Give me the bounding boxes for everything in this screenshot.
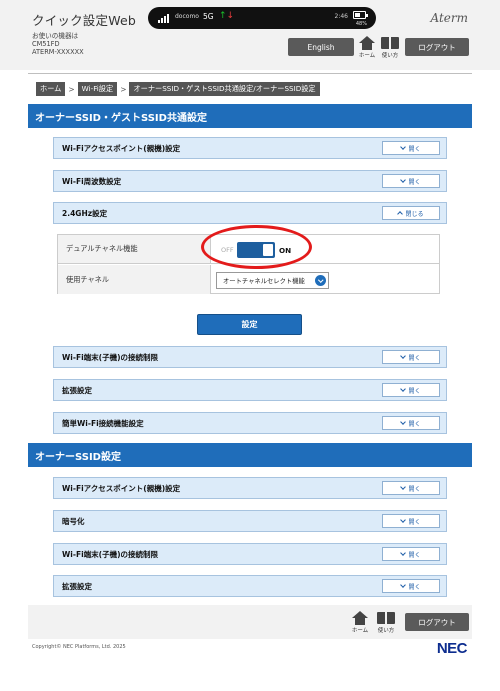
footer-manual-button[interactable]: 使い方	[376, 611, 396, 634]
battery-percent: 48%	[355, 21, 367, 27]
dual-channel-label: デュアルチャネル機能	[58, 235, 211, 263]
set-button[interactable]: 設定	[197, 314, 302, 335]
open-button[interactable]: 開く	[382, 383, 440, 397]
open-button[interactable]: 開く	[382, 416, 440, 430]
book-icon	[381, 36, 399, 50]
device-label: お使いの機器は	[32, 32, 79, 40]
accordion-title: Wi-Fiアクセスポイント(親機)設定	[62, 143, 181, 153]
home-button[interactable]: ホーム	[357, 36, 377, 59]
data-transfer-icon: ↑↓	[219, 11, 235, 21]
breadcrumb-separator: >	[68, 84, 75, 94]
open-label: 開く	[408, 145, 421, 153]
accordion-title: 2.4GHz設定	[62, 208, 108, 218]
breadcrumb: ホーム > Wi-Fi設定 > オーナーSSID・ゲストSSID共通設定/オーナ…	[36, 82, 320, 96]
header-divider	[28, 73, 472, 74]
home-icon	[352, 611, 368, 625]
open-button[interactable]: 開く	[382, 481, 440, 495]
manual-label: 使い方	[377, 628, 395, 634]
chevron-up-icon	[397, 211, 404, 217]
chevron-down-icon	[315, 275, 326, 286]
open-label: 開く	[408, 551, 421, 559]
accordion-title: 拡張設定	[62, 581, 92, 591]
accordion-client-connection-limit[interactable]: Wi-Fi端末(子機)の接続制限 開く	[53, 346, 447, 368]
manual-button[interactable]: 使い方	[380, 36, 400, 59]
copyright: Copyright© NEC Platforms, Ltd. 2025	[32, 644, 126, 650]
chevron-down-icon	[400, 484, 407, 490]
device-status-bar: docomo 5G ↑↓ 2:46 48%	[148, 7, 376, 29]
channel-select-value: オートチャネルセレクト機能	[223, 278, 305, 285]
logout-button[interactable]: ログアウト	[405, 38, 469, 56]
chevron-down-icon	[400, 517, 407, 523]
accordion-title: Wi-Fi周波数設定	[62, 176, 122, 186]
accordion-wifi-ap-settings[interactable]: Wi-Fiアクセスポイント(親機)設定 開く	[53, 137, 447, 159]
chevron-down-icon	[400, 353, 407, 359]
open-button[interactable]: 開く	[382, 579, 440, 593]
open-label: 開く	[408, 583, 421, 591]
carrier-name: docomo	[175, 13, 199, 20]
open-label: 開く	[408, 485, 421, 493]
open-label: 開く	[408, 387, 421, 395]
section-common-header: オーナーSSID・ゲストSSID共通設定	[28, 104, 472, 128]
channel-label: 使用チャネル	[58, 265, 211, 294]
breadcrumb-home[interactable]: ホーム	[36, 82, 66, 96]
home-icon	[359, 36, 375, 50]
manual-label: 使い方	[381, 53, 399, 59]
breadcrumb-current: オーナーSSID・ゲストSSID共通設定/オーナーSSID設定	[129, 82, 320, 96]
accordion-owner-wifi-ap-settings[interactable]: Wi-Fiアクセスポイント(親機)設定 開く	[53, 477, 447, 499]
accordion-title: 暗号化	[62, 516, 85, 526]
accordion-title: Wi-Fi端末(子機)の接続制限	[62, 549, 159, 559]
open-label: 開く	[408, 178, 421, 186]
device-model: CM51FD	[32, 40, 60, 49]
open-button[interactable]: 開く	[382, 141, 440, 155]
open-label: 開く	[408, 420, 421, 428]
breadcrumb-separator: >	[120, 84, 127, 94]
chevron-down-icon	[400, 177, 407, 183]
open-button[interactable]: 開く	[382, 547, 440, 561]
signal-icon	[158, 14, 172, 23]
network-type: 5G	[203, 12, 214, 21]
open-button[interactable]: 開く	[382, 350, 440, 364]
battery-icon	[353, 11, 368, 19]
device-info: お使いの機器は CM51FD ATERM-XXXXXX	[32, 32, 84, 57]
accordion-2-4ghz[interactable]: 2.4GHz設定 閉じる	[53, 202, 447, 224]
chevron-down-icon	[400, 582, 407, 588]
home-label: ホーム	[358, 53, 376, 59]
nec-logo: NEC	[436, 640, 468, 657]
brand-logo: Aterm	[430, 11, 469, 25]
page-header: クイック設定Web お使いの機器は CM51FD ATERM-XXXXXX do…	[0, 0, 500, 70]
accordion-easy-wifi-connect[interactable]: 簡単Wi-Fi接続機能設定 開く	[53, 412, 447, 434]
open-button[interactable]: 開く	[382, 174, 440, 188]
chevron-down-icon	[400, 386, 407, 392]
accordion-title: Wi-Fiアクセスポイント(親機)設定	[62, 483, 181, 493]
accordion-encryption[interactable]: 暗号化 開く	[53, 510, 447, 532]
chevron-down-icon	[400, 419, 407, 425]
chevron-down-icon	[400, 550, 407, 556]
accordion-wifi-frequency[interactable]: Wi-Fi周波数設定 開く	[53, 170, 447, 192]
close-label: 閉じる	[405, 210, 424, 218]
channel-select[interactable]: オートチャネルセレクト機能	[216, 272, 329, 289]
footer-home-button[interactable]: ホーム	[350, 611, 370, 634]
accordion-title: 拡張設定	[62, 385, 92, 395]
breadcrumb-wifi-settings[interactable]: Wi-Fi設定	[77, 82, 118, 96]
accordion-owner-client-connection-limit[interactable]: Wi-Fi端末(子機)の接続制限 開く	[53, 543, 447, 565]
accordion-title: Wi-Fi端末(子機)の接続制限	[62, 352, 159, 362]
accordion-advanced-settings[interactable]: 拡張設定 開く	[53, 379, 447, 401]
device-id: ATERM-XXXXXX	[32, 48, 84, 57]
highlight-circle	[201, 225, 312, 269]
accordion-owner-advanced-settings[interactable]: 拡張設定 開く	[53, 575, 447, 597]
close-button[interactable]: 閉じる	[382, 206, 440, 220]
book-icon	[377, 611, 395, 625]
open-button[interactable]: 開く	[382, 514, 440, 528]
status-time: 2:46	[334, 13, 348, 20]
app-title: クイック設定Web	[32, 13, 137, 28]
english-button[interactable]: English	[288, 38, 354, 56]
open-label: 開く	[408, 354, 421, 362]
chevron-down-icon	[400, 144, 407, 150]
footer-logout-button[interactable]: ログアウト	[405, 613, 469, 631]
home-label: ホーム	[351, 628, 369, 634]
section-owner-header: オーナーSSID設定	[28, 443, 472, 467]
open-label: 開く	[408, 518, 421, 526]
accordion-title: 簡単Wi-Fi接続機能設定	[62, 418, 144, 428]
